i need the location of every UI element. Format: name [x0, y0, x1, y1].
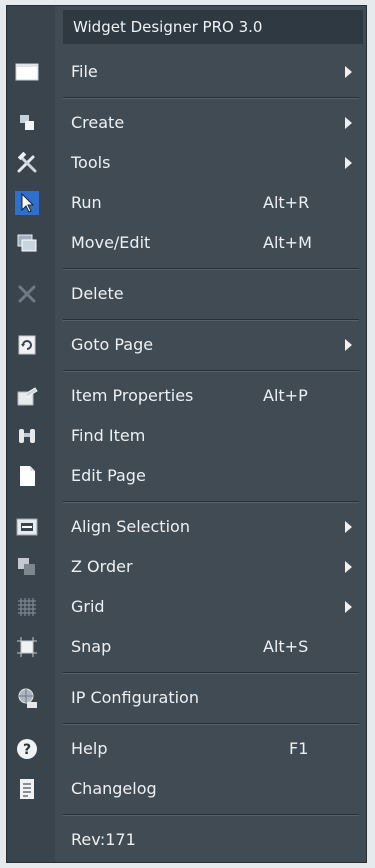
submenu-arrow-icon — [345, 601, 352, 613]
menu-item-label: IP Configuration — [71, 688, 199, 707]
menu-item-snap[interactable]: Snap Alt+S — [7, 627, 366, 667]
menu-item-file[interactable]: File — [7, 52, 366, 92]
shortcut-label: Alt+S — [263, 637, 309, 656]
menu-item-changelog[interactable]: Changelog — [7, 769, 366, 809]
submenu-arrow-icon — [345, 66, 352, 78]
menu-item-label: Z Order — [71, 557, 133, 576]
create-icon — [20, 115, 34, 130]
menu-item-label: Run — [71, 193, 102, 212]
context-menu: Widget Designer PRO 3.0 File Create Tool… — [6, 5, 367, 863]
menu-item-create[interactable]: Create — [7, 103, 366, 143]
shortcut-label: Alt+P — [263, 386, 308, 405]
menu-item-edit-page[interactable]: Edit Page — [7, 456, 366, 496]
menu-item-align-selection[interactable]: Align Selection — [7, 507, 366, 547]
shortcut-label: F1 — [289, 739, 309, 758]
menu-item-help[interactable]: ? Help F1 — [7, 729, 366, 769]
submenu-arrow-icon — [345, 157, 352, 169]
submenu-arrow-icon — [345, 521, 352, 533]
menu-item-delete[interactable]: Delete — [7, 274, 366, 314]
menu-separator — [63, 370, 359, 372]
menu-item-ip-configuration[interactable]: IP Configuration — [7, 678, 366, 718]
menu-item-label: Edit Page — [71, 466, 146, 485]
menu-separator — [63, 319, 359, 321]
tools-icon — [17, 151, 37, 173]
menu-item-label: Delete — [71, 284, 124, 303]
menu-item-goto-page[interactable]: Goto Page — [7, 325, 366, 365]
menu-item-grid[interactable]: Grid — [7, 587, 366, 627]
menu-item-label: Changelog — [71, 779, 157, 798]
z-order-icon — [18, 558, 35, 575]
revision-label-row: Rev:171 — [7, 820, 366, 860]
menu-separator — [63, 672, 359, 674]
submenu-arrow-icon — [345, 117, 352, 129]
align-icon — [16, 518, 38, 536]
menu-separator — [63, 97, 359, 99]
snap-icon — [17, 637, 37, 657]
menu-item-label: Align Selection — [71, 517, 190, 536]
menu-item-move-edit[interactable]: Move/Edit Alt+M — [7, 223, 366, 263]
submenu-arrow-icon — [345, 561, 352, 573]
menu-title: Widget Designer PRO 3.0 — [63, 10, 363, 44]
menu-separator — [63, 723, 359, 725]
help-icon: ? — [17, 739, 37, 759]
grid-icon — [18, 598, 36, 616]
goto-page-icon — [18, 335, 36, 355]
shortcut-label: Alt+M — [263, 233, 312, 252]
cursor-icon — [15, 191, 39, 215]
menu-item-label: Goto Page — [71, 335, 154, 354]
menu-item-label: Snap — [71, 637, 112, 656]
svg-text:?: ? — [23, 742, 31, 758]
binoculars-icon — [19, 429, 35, 443]
menu-item-label: Grid — [71, 597, 105, 616]
shortcut-label: Alt+R — [263, 193, 310, 212]
menu-item-item-properties[interactable]: Item Properties Alt+P — [7, 376, 366, 416]
menu-separator — [63, 814, 359, 816]
menu-separator — [63, 501, 359, 503]
properties-icon — [17, 387, 38, 406]
changelog-icon — [20, 779, 34, 799]
menu-item-label: Find Item — [71, 426, 146, 445]
menu-item-label: File — [71, 62, 98, 81]
submenu-arrow-icon — [345, 339, 352, 351]
delete-icon — [18, 285, 36, 303]
menu-item-find-item[interactable]: Find Item — [7, 416, 366, 456]
menu-item-tools[interactable]: Tools — [7, 143, 366, 183]
menu-item-label: Help — [71, 739, 108, 758]
menu-item-label: Item Properties — [71, 386, 194, 405]
menu-item-label: Create — [71, 113, 125, 132]
menu-item-label: Move/Edit — [71, 233, 151, 252]
menu-item-run[interactable]: Run Alt+R — [7, 183, 366, 223]
menu-separator — [63, 268, 359, 270]
menu-item-z-order[interactable]: Z Order — [7, 547, 366, 587]
window-icon — [15, 63, 39, 81]
revision-label: Rev:171 — [71, 830, 136, 849]
menu-item-label: Tools — [71, 153, 111, 172]
move-edit-icon — [17, 234, 37, 252]
page-icon — [20, 466, 35, 486]
network-icon — [18, 688, 37, 708]
